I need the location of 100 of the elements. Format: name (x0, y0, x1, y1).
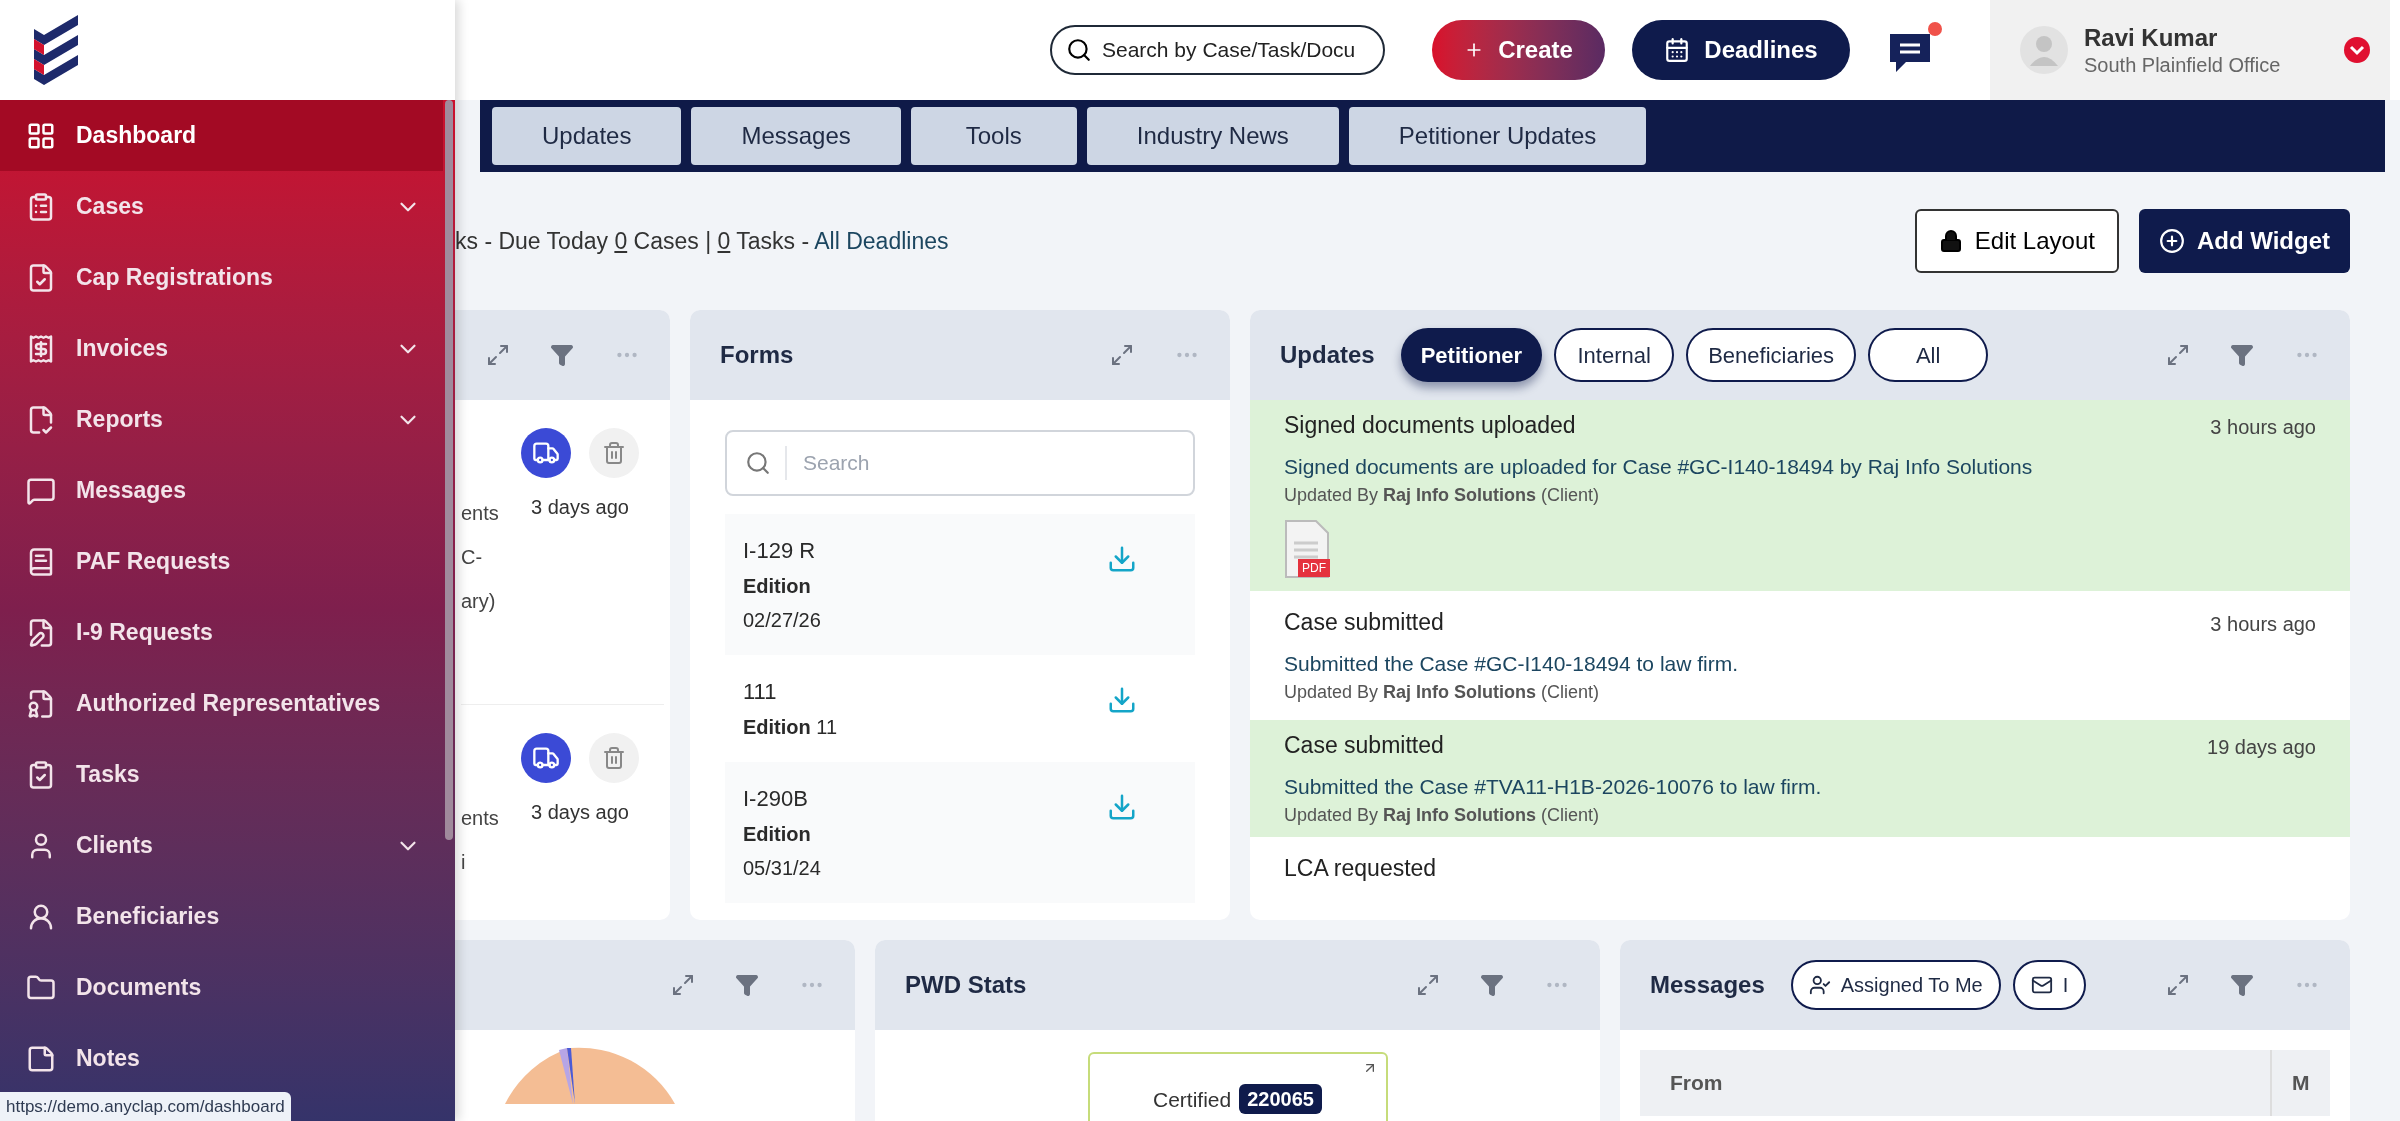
filter-icon[interactable] (2230, 343, 2254, 367)
filter-tab[interactable]: Internal (1554, 328, 1675, 382)
widget-title: Updates (1280, 340, 1375, 370)
search-icon (745, 450, 771, 476)
mail-icon (2030, 974, 2053, 996)
filter-tab[interactable]: I (2012, 960, 2087, 1010)
sidebar-item[interactable]: Authorized Representatives (0, 668, 443, 739)
sidebar-item[interactable]: Messages (0, 455, 443, 526)
filter-icon[interactable] (1480, 973, 1504, 997)
expand-icon[interactable] (2166, 343, 2190, 367)
lock-icon (1938, 229, 1963, 253)
widget-title: PWD Stats (905, 970, 1027, 1000)
trash-icon (602, 746, 626, 770)
nav-tab[interactable]: Messages (691, 107, 901, 165)
search-field[interactable]: Search by Case/Task/Docu (1050, 25, 1385, 75)
sidebar-item[interactable]: Notes (0, 1023, 443, 1094)
filter-tab[interactable]: All (1868, 328, 1989, 382)
column-header: M (2270, 1050, 2330, 1116)
update-body: Signed documents are uploaded for Case #GC-I140-18494 by Raj Info Solutions (1284, 453, 2034, 480)
nav-tab[interactable]: Updates (492, 107, 682, 165)
text-fragment: ents (461, 806, 500, 831)
text-fragment: i (461, 850, 467, 875)
filter-tab[interactable]: Assigned To Me (1790, 960, 2001, 1010)
avatar-icon (2020, 26, 2068, 74)
all-deadlines-link[interactable]: All Deadlines (814, 227, 949, 254)
filter-tab[interactable]: Beneficiaries (1686, 328, 1857, 382)
truck-button[interactable] (521, 428, 571, 478)
expand-icon[interactable] (486, 343, 510, 367)
update-item[interactable]: Signed documents uploaded Signed documents are uploaded for Case #GC-I140-18494 by Raj Info Solutions Updated By Raj Info Solutions (Client) PDF 3 hours ago (1250, 400, 2350, 591)
nav-tab[interactable]: Industry News (1086, 107, 1339, 165)
deadline-summary: ks - Due Today 0 Cases | 0 Tasks - All Deadlines (455, 226, 949, 256)
sidebar-item[interactable]: Beneficiaries (0, 881, 443, 952)
text-fragment: ents (461, 501, 500, 526)
sidebar-item[interactable]: Dashboard (0, 100, 443, 171)
nav-tab[interactable]: Tools (910, 107, 1077, 165)
sidebar-item[interactable]: Cases (0, 171, 443, 242)
link-preview: https://demo.anyclap.com/dashboard (0, 1091, 291, 1121)
stat-label: Certified (1153, 1087, 1232, 1113)
item-time: 3 days ago (531, 800, 629, 825)
update-title: Case submitted (1284, 608, 1445, 637)
filter-icon[interactable] (550, 343, 574, 367)
download-icon[interactable] (1107, 792, 1137, 822)
sidebar-item[interactable]: Clients (0, 810, 443, 881)
expand-icon[interactable] (1416, 973, 1440, 997)
stat-card[interactable]: Certified 220065 (1087, 1052, 1388, 1121)
edition-label: Edition (743, 716, 811, 738)
add-widget-button[interactable]: Add Widget (2138, 209, 2350, 273)
update-title: Case submitted (1284, 731, 1445, 760)
edition-value: 11 (816, 716, 838, 738)
calendar-icon (1664, 37, 1691, 63)
form-name: I-290B (743, 785, 809, 813)
sidebar-item[interactable]: Tasks (0, 739, 443, 810)
trash-icon (602, 441, 626, 465)
expand-icon[interactable] (1110, 343, 1134, 367)
stat-count: 220065 (1239, 1084, 1322, 1114)
update-author: Updated By Raj Info Solutions (Client) (1284, 804, 1601, 827)
sidebar-item[interactable]: PAF Requests (0, 526, 443, 597)
expand-icon[interactable] (2166, 973, 2190, 997)
delete-button[interactable] (589, 733, 639, 783)
sidebar-item[interactable]: Documents (0, 952, 443, 1023)
truck-button[interactable] (521, 733, 571, 783)
sidebar-item[interactable]: Cap Registrations (0, 242, 443, 313)
user-name: Ravi Kumar (2084, 22, 2219, 53)
download-icon[interactable] (1107, 685, 1137, 715)
delete-button[interactable] (589, 428, 639, 478)
filter-icon[interactable] (735, 973, 759, 997)
widget-title: Forms (720, 340, 794, 370)
edition-value: 02/27/26 (743, 608, 822, 633)
search-icon (1066, 37, 1092, 63)
form-name: 111 (743, 678, 778, 706)
dropdown-icon[interactable] (2344, 37, 2370, 63)
edit-layout-button[interactable]: Edit Layout (1914, 209, 2119, 273)
user-check-icon (1808, 974, 1831, 996)
update-title: Signed documents uploaded (1284, 411, 1577, 440)
sidebar-item[interactable]: Reports (0, 384, 443, 455)
sidebar-item[interactable]: I-9 Requests (0, 597, 443, 668)
update-title: LCA requested (1284, 854, 1438, 883)
filter-tab[interactable]: Petitioner (1400, 328, 1543, 382)
form-name: I-129 R (743, 537, 817, 565)
update-author: Updated By Raj Info Solutions (Client) (1284, 681, 1601, 704)
scrollbar[interactable] (445, 100, 453, 840)
update-body: Submitted the Case #TVA11-H1B-2026-10076 to law firm. (1284, 773, 1823, 800)
form-row[interactable]: I-129 R Edition 02/27/26 (725, 514, 1195, 655)
filter-icon[interactable] (2230, 973, 2254, 997)
user-office: South Plainfield Office (2084, 52, 2282, 78)
plus-icon (2158, 228, 2185, 254)
create-button[interactable]: Create (1432, 20, 1605, 80)
nav-tab[interactable]: Petitioner Updates (1348, 107, 1647, 165)
text-fragment: C- (461, 545, 484, 570)
deadlines-button[interactable]: Deadlines (1632, 20, 1850, 80)
expand-icon[interactable] (671, 973, 695, 997)
update-author: Updated By Raj Info Solutions (Client) (1284, 484, 1601, 507)
user-panel[interactable]: Ravi Kumar South Plainfield Office (1990, 0, 2390, 100)
edition-label: Edition (743, 574, 812, 599)
update-body: Submitted the Case #GC-I140-18494 to law firm. (1284, 650, 1740, 677)
update-item[interactable]: Case submitted Submitted the Case #TVA11-H1B-2026-10076 to law firm. Updated By Raj Info Solutions (Client) 19 days ago (1250, 720, 2350, 837)
sidebar-item[interactable]: Invoices (0, 313, 443, 384)
download-icon[interactable] (1107, 544, 1137, 574)
form-row[interactable]: I-290B Edition 05/31/24 (725, 762, 1195, 903)
update-time: 3 hours ago (2210, 612, 2316, 637)
